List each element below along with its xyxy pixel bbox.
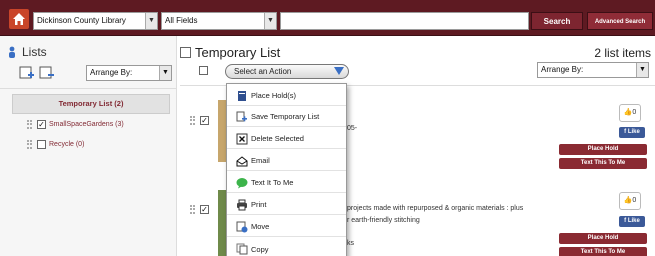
facebook-like-label: Like xyxy=(627,129,640,135)
advanced-search-button[interactable]: Advanced Search xyxy=(587,12,653,30)
like-count[interactable]: 👍0 xyxy=(619,104,641,122)
record-checkbox[interactable]: ✓ xyxy=(200,205,209,214)
facebook-like-button[interactable]: f Like xyxy=(619,216,645,227)
chevron-down-icon: ▼ xyxy=(636,63,648,77)
copy-icon xyxy=(236,243,248,255)
menu-item-email[interactable]: Email xyxy=(227,151,346,171)
like-count[interactable]: 👍0 xyxy=(619,192,641,210)
action-select-value: Select an Action xyxy=(234,67,292,76)
lists-header: Lists xyxy=(8,45,47,59)
sidebar-item-temporary-list[interactable]: Temporary List (2) xyxy=(12,94,170,114)
arrange-by-value: Arrange By: xyxy=(541,65,584,74)
record-description: 05- xyxy=(347,125,358,132)
search-bar: Dickinson County Library ▼ All Fields ▼ … xyxy=(0,0,655,36)
facebook-like-label: Like xyxy=(627,218,640,224)
lists-sidebar: Lists Arrange By: ▼ Temporary List (2) ✓… xyxy=(0,36,177,256)
menu-item-label: Print xyxy=(251,200,267,209)
facebook-like-button[interactable]: f Like xyxy=(619,127,645,138)
record-checkbox[interactable]: ✓ xyxy=(200,116,209,125)
menu-item-place-holds[interactable]: Place Hold(s) xyxy=(227,86,346,106)
chevron-down-icon: ▼ xyxy=(264,13,276,29)
save-list-icon xyxy=(236,111,247,121)
email-icon xyxy=(236,155,248,166)
place-hold-button[interactable]: Place Hold xyxy=(559,233,647,244)
book-cover-image[interactable] xyxy=(218,100,226,162)
menu-item-print[interactable]: Print xyxy=(227,195,346,215)
lists-title: Lists xyxy=(22,45,47,59)
home-icon xyxy=(13,13,25,25)
list-checkbox[interactable]: ✓ xyxy=(37,120,46,129)
menu-item-text-it-to-me[interactable]: Text It To Me xyxy=(227,173,346,193)
drag-handle-icon[interactable] xyxy=(27,140,32,149)
field-select-value: All Fields xyxy=(165,16,198,25)
drag-handle-icon[interactable] xyxy=(190,116,195,125)
like-count-value: 0 xyxy=(632,197,637,204)
chevron-down-icon: ▼ xyxy=(159,66,171,80)
record-description: r earth-friendly stitching xyxy=(347,217,420,224)
page: Dickinson County Library ▼ All Fields ▼ … xyxy=(0,0,655,256)
list-label[interactable]: Recycle (0) xyxy=(49,141,84,148)
field-select[interactable]: All Fields ▼ xyxy=(161,12,277,30)
remove-list-icon[interactable] xyxy=(39,66,55,80)
arrange-by-select[interactable]: Arrange By: ▼ xyxy=(86,65,172,81)
page-title: Temporary List xyxy=(195,45,281,60)
chat-icon xyxy=(236,177,248,188)
record-description: ks xyxy=(347,240,354,247)
library-select-value: Dickinson County Library xyxy=(37,16,126,25)
menu-item-delete-selected[interactable]: Delete Selected xyxy=(227,129,346,149)
menu-item-save-temporary-list[interactable]: Save Temporary List xyxy=(227,107,346,127)
menu-item-label: Move xyxy=(251,222,270,231)
text-this-to-me-button[interactable]: Text This To Me xyxy=(559,158,647,169)
drag-handle-icon[interactable] xyxy=(190,205,195,214)
add-list-icon[interactable] xyxy=(19,66,35,80)
place-hold-button[interactable]: Place Hold xyxy=(559,144,647,155)
chevron-down-icon: ▼ xyxy=(145,13,157,29)
home-button[interactable] xyxy=(9,9,29,29)
triangle-down-icon xyxy=(334,67,344,75)
menu-item-label: Delete Selected xyxy=(251,134,304,143)
delete-icon xyxy=(236,133,248,144)
list-checkbox[interactable] xyxy=(37,140,46,149)
arrange-by-value: Arrange By: xyxy=(90,68,133,77)
search-input[interactable] xyxy=(280,12,529,30)
menu-item-label: Place Hold(s) xyxy=(251,91,297,100)
library-select[interactable]: Dickinson County Library ▼ xyxy=(33,12,158,30)
book-icon xyxy=(238,90,246,101)
arrange-by-select-main[interactable]: Arrange By: ▼ xyxy=(537,62,649,78)
menu-item-label: Text It To Me xyxy=(251,178,294,187)
record-description: projects made with repurposed & organic … xyxy=(347,205,524,212)
select-all-checkbox[interactable] xyxy=(199,66,208,75)
list-icon xyxy=(180,47,191,58)
text-this-to-me-button[interactable]: Text This To Me xyxy=(559,247,647,256)
menu-item-label: Save Temporary List xyxy=(251,112,320,121)
list-label[interactable]: SmallSpaceGardens (3) xyxy=(49,121,124,128)
item-count: 2 list items xyxy=(594,46,651,60)
drag-handle-icon[interactable] xyxy=(27,120,32,129)
book-cover-image[interactable] xyxy=(218,190,226,256)
menu-item-label: Email xyxy=(251,156,270,165)
menu-item-label: Copy xyxy=(251,244,269,254)
search-button[interactable]: Search xyxy=(531,12,583,30)
divider xyxy=(0,88,177,89)
menu-item-move[interactable]: Move xyxy=(227,217,346,237)
move-icon xyxy=(236,221,248,232)
sidebar-item-list[interactable]: ✓ SmallSpaceGardens (3) xyxy=(27,120,124,129)
printer-icon xyxy=(237,199,247,210)
like-count-value: 0 xyxy=(632,109,637,116)
sidebar-item-list[interactable]: Recycle (0) xyxy=(27,140,84,149)
action-select[interactable]: Select an Action xyxy=(225,64,349,79)
action-menu: Place Hold(s) Save Temporary List Delete… xyxy=(226,83,347,256)
lists-icon xyxy=(9,46,15,58)
menu-item-copy[interactable]: Copy xyxy=(227,239,346,256)
main-header: Temporary List xyxy=(180,45,280,60)
